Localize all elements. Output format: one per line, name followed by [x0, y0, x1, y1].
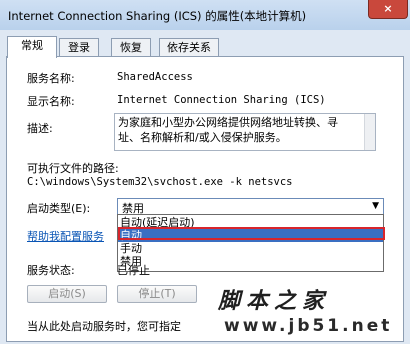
startup-type-dropdown: 自动(延迟启动) 自动 手动 禁用 [117, 214, 384, 272]
stop-button[interactable]: 停止(T) [117, 285, 197, 303]
startup-type-label: 启动类型(E): [27, 202, 91, 215]
description-box[interactable]: 为家庭和小型办公网络提供网络地址转换、寻 址、名称解析和/或入侵保护服务。 [114, 113, 376, 151]
close-button[interactable]: × [368, 0, 408, 19]
bottom-help-text: 当从此处启动服务时，您可指定 [27, 320, 181, 333]
service-status-value: 已停止 [117, 264, 150, 277]
startup-option-manual[interactable]: 手动 [118, 242, 383, 255]
exe-path-value: C:\windows\System32\svchost.exe -k netsv… [27, 176, 293, 188]
service-status-label: 服务状态: [27, 264, 75, 277]
window-title: Internet Connection Sharing (ICS) 的属性(本地… [8, 9, 307, 23]
service-name-value: SharedAccess [117, 71, 193, 83]
display-name-value: Internet Connection Sharing (ICS) [117, 94, 326, 106]
description-line-1: 为家庭和小型办公网络提供网络地址转换、寻 [118, 116, 338, 129]
service-name-label: 服务名称: [27, 72, 75, 85]
watermark-url: www.jb51.net [224, 316, 393, 336]
tab-dependencies[interactable]: 依存关系 [159, 38, 219, 57]
startup-type-select[interactable]: 禁用 ▼ [117, 198, 384, 215]
description-line-2: 址、名称解析和/或入侵保护服务。 [118, 131, 287, 144]
display-name-label: 显示名称: [27, 95, 75, 108]
tab-general[interactable]: 常规 [7, 36, 57, 58]
startup-option-disabled[interactable]: 禁用 [118, 255, 383, 268]
start-button[interactable]: 启动(S) [27, 285, 107, 303]
description-scrollbar[interactable] [364, 114, 375, 150]
tab-logon[interactable]: 登录 [59, 38, 99, 57]
tab-recovery[interactable]: 恢复 [111, 38, 151, 57]
help-configure-link[interactable]: 帮助我配置服务 [27, 228, 104, 244]
watermark-title: 脚本之家 [218, 288, 331, 314]
exe-path-label: 可执行文件的路径: [27, 162, 119, 175]
description-label: 描述: [27, 122, 53, 135]
chevron-down-icon[interactable]: ▼ [372, 201, 379, 211]
highlight-box [118, 227, 385, 240]
